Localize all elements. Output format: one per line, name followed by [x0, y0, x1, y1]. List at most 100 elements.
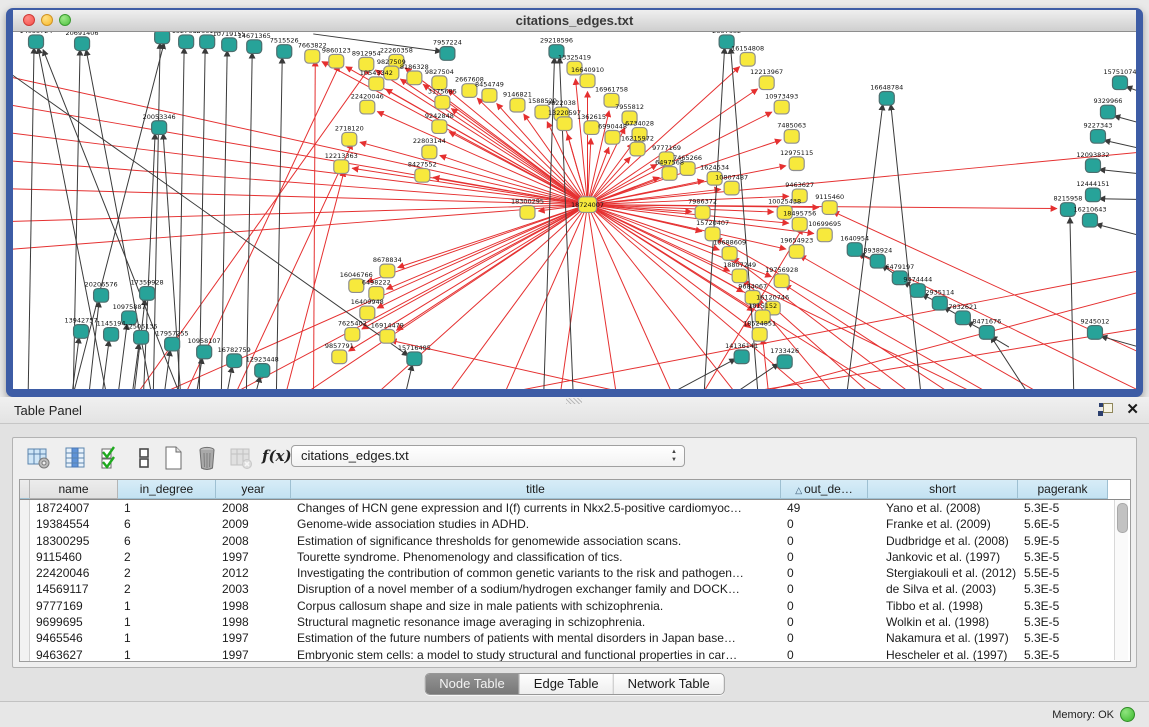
table-row[interactable]: 911546021997Tourette syndrome. Phenomeno… — [20, 549, 1130, 565]
cell-out_degree[interactable]: 0 — [781, 647, 868, 662]
cell-name[interactable]: 19384554 — [30, 516, 118, 532]
cell-name[interactable]: 9777169 — [30, 598, 118, 614]
column-header-pagerank[interactable]: pagerank — [1018, 480, 1108, 499]
graph-node[interactable] — [557, 117, 572, 131]
cell-in_degree[interactable]: 6 — [118, 516, 216, 532]
column-header-name[interactable]: name — [30, 480, 118, 499]
graph-node[interactable] — [630, 142, 645, 156]
cell-name[interactable]: 14569117 — [30, 581, 118, 597]
graph-node[interactable] — [329, 54, 344, 68]
cell-title[interactable]: Genome-wide association studies in ADHD. — [291, 516, 781, 532]
graph-node[interactable] — [777, 355, 792, 369]
graph-node[interactable] — [789, 157, 804, 171]
graph-node[interactable] — [380, 264, 395, 278]
cell-title[interactable]: Estimation of the future numbers of pati… — [291, 630, 781, 646]
cell-out_degree[interactable]: 49 — [781, 500, 868, 516]
network-canvas[interactable]: 7663822986012389129542226035898275098186… — [13, 32, 1136, 389]
graph-node[interactable] — [222, 38, 237, 52]
table-row[interactable]: 969969511998Structural magnetic resonanc… — [20, 614, 1130, 630]
cell-title[interactable]: Embryonic stem cells: a model to study s… — [291, 647, 781, 662]
graph-node[interactable] — [179, 35, 194, 49]
graph-node[interactable] — [1087, 326, 1102, 340]
graph-node[interactable] — [847, 243, 862, 257]
graph-node[interactable] — [422, 145, 437, 159]
graph-node[interactable] — [155, 32, 170, 44]
graph-node[interactable] — [29, 35, 44, 49]
close-panel-icon[interactable]: ✕ — [1126, 401, 1139, 418]
cell-out_degree[interactable]: 0 — [781, 581, 868, 597]
graph-node[interactable] — [94, 289, 109, 303]
graph-node[interactable] — [724, 181, 739, 195]
graph-node[interactable] — [247, 40, 262, 54]
cell-in_degree[interactable]: 1 — [118, 647, 216, 662]
cell-short[interactable]: Yano et al. (2008) — [868, 500, 1018, 516]
cell-pagerank[interactable]: 5.5E-5 — [1018, 565, 1108, 581]
cell-year[interactable]: 2012 — [216, 565, 291, 581]
graph-node[interactable] — [369, 77, 384, 91]
graph-node[interactable] — [415, 169, 430, 183]
graph-node[interactable] — [792, 217, 807, 231]
graph-node[interactable] — [955, 311, 970, 325]
cell-in_degree[interactable]: 1 — [118, 598, 216, 614]
cell-year[interactable]: 1997 — [216, 630, 291, 646]
cell-out_degree[interactable]: 0 — [781, 549, 868, 565]
graph-node[interactable] — [695, 206, 710, 220]
graph-node[interactable] — [407, 71, 422, 85]
graph-node[interactable] — [732, 269, 747, 283]
row-selection-icon[interactable] — [133, 446, 159, 472]
cell-pagerank[interactable]: 5.3E-5 — [1018, 630, 1108, 646]
table-row[interactable]: 946554611997Estimation of the future num… — [20, 630, 1130, 646]
cell-in_degree[interactable]: 2 — [118, 565, 216, 581]
scrollbar-thumb[interactable] — [1117, 503, 1128, 533]
cell-short[interactable]: Jankovic et al. (1997) — [868, 549, 1018, 565]
cell-name[interactable]: 9465546 — [30, 630, 118, 646]
cell-year[interactable]: 2003 — [216, 581, 291, 597]
cell-pagerank[interactable]: 5.3E-5 — [1018, 614, 1108, 630]
cell-year[interactable]: 2008 — [216, 500, 291, 516]
cell-year[interactable]: 1997 — [216, 549, 291, 565]
graph-node[interactable] — [407, 352, 422, 366]
cell-year[interactable]: 1997 — [216, 647, 291, 662]
graph-node[interactable] — [520, 206, 535, 220]
cell-in_degree[interactable]: 2 — [118, 581, 216, 597]
graph-node[interactable] — [789, 245, 804, 259]
cell-short[interactable]: Franke et al. (2009) — [868, 516, 1018, 532]
graph-node[interactable] — [432, 120, 447, 134]
column-header-out_degree[interactable]: △out_de… — [781, 480, 868, 499]
graph-node[interactable] — [822, 201, 837, 215]
table-row[interactable]: 977716911998Corpus callosum shape and si… — [20, 598, 1130, 614]
cell-name[interactable]: 18300295 — [30, 533, 118, 549]
cell-in_degree[interactable]: 1 — [118, 500, 216, 516]
cell-title[interactable]: Tourette syndrome. Phenomenology and cla… — [291, 549, 781, 565]
cell-pagerank[interactable]: 5.3E-5 — [1018, 549, 1108, 565]
tab-node-table[interactable]: Node Table — [425, 674, 520, 694]
cell-year[interactable]: 1998 — [216, 614, 291, 630]
graph-node[interactable] — [740, 52, 755, 66]
tab-edge-table[interactable]: Edge Table — [520, 674, 614, 694]
graph-node[interactable] — [1085, 159, 1100, 173]
graph-node[interactable] — [774, 100, 789, 114]
cell-out_degree[interactable]: 0 — [781, 516, 868, 532]
cell-out_degree[interactable]: 0 — [781, 614, 868, 630]
graph-node[interactable] — [440, 47, 455, 61]
table-row[interactable]: 1456911722003Disruption of a novel membe… — [20, 581, 1130, 597]
cell-short[interactable]: Tibbo et al. (1998) — [868, 598, 1018, 614]
graph-node[interactable] — [910, 284, 925, 298]
cell-title[interactable]: Corpus callosum shape and size in male p… — [291, 598, 781, 614]
graph-node[interactable] — [334, 160, 349, 174]
graph-node[interactable] — [817, 228, 832, 242]
graph-node[interactable] — [1082, 213, 1097, 227]
tab-network-table[interactable]: Network Table — [614, 674, 724, 694]
create-column-icon[interactable] — [162, 446, 188, 472]
graph-node[interactable] — [752, 328, 767, 342]
graph-node[interactable] — [165, 337, 180, 351]
graph-node[interactable] — [1112, 76, 1127, 90]
graph-node[interactable] — [1100, 105, 1115, 119]
table-mode-icon[interactable] — [27, 446, 53, 472]
cell-out_degree[interactable]: 0 — [781, 533, 868, 549]
column-header-year[interactable]: year — [216, 480, 291, 499]
graph-node[interactable] — [152, 121, 167, 135]
graph-node[interactable] — [74, 325, 89, 339]
delete-column-icon[interactable] — [195, 446, 221, 472]
graph-node[interactable] — [510, 98, 525, 112]
